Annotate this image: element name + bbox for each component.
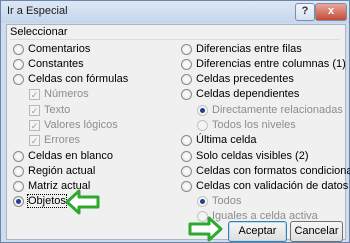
radio-icon[interactable] xyxy=(181,181,192,192)
option-label: Solo celdas visibles (2) xyxy=(196,150,309,162)
option-label: Todos los niveles xyxy=(212,119,296,131)
radio-icon[interactable] xyxy=(13,44,24,55)
radio-selected-icon[interactable] xyxy=(13,196,24,207)
option-label: Celdas con validación de datos xyxy=(196,180,349,192)
radio-icon[interactable] xyxy=(181,44,192,55)
radio-selected-icon[interactable] xyxy=(197,196,208,207)
option-label: Valores lógicos xyxy=(44,119,118,131)
close-button[interactable]: x xyxy=(315,3,347,21)
checkbox-icon[interactable]: ✓ xyxy=(29,89,40,100)
group-label: Seleccionar xyxy=(10,26,68,38)
radio-icon[interactable] xyxy=(181,166,192,177)
radio-icon[interactable] xyxy=(13,74,24,85)
option-label: Celdas con formatos condicionales xyxy=(196,165,350,177)
option-label: Diferencias entre columnas (1) xyxy=(196,58,346,70)
option-label: Celdas precedentes xyxy=(196,73,294,85)
radio-icon[interactable] xyxy=(13,59,24,70)
checkbox-icon[interactable]: ✓ xyxy=(29,120,40,131)
radio-icon[interactable] xyxy=(197,120,208,131)
option-label: Directamente relacionadas xyxy=(212,104,343,116)
checkbox-icon[interactable]: ✓ xyxy=(29,105,40,116)
option-label: Todos xyxy=(212,195,242,207)
option-label: Comentarios xyxy=(28,43,91,55)
group-divider xyxy=(10,39,340,40)
option-label: Celdas con fórmulas xyxy=(28,73,129,85)
radio-icon[interactable] xyxy=(13,151,24,162)
checkbox-icon[interactable]: ✓ xyxy=(29,135,40,146)
title-bar[interactable]: Ir a Especial ? x xyxy=(1,1,349,23)
cancel-button[interactable]: Cancelar xyxy=(290,221,343,242)
radio-icon[interactable] xyxy=(181,59,192,70)
option-label: Errores xyxy=(44,134,81,146)
option-label: Diferencias entre filas xyxy=(196,43,302,55)
dialog-body: Seleccionar Comentarios Constantes Celda… xyxy=(6,24,350,242)
radio-icon[interactable] xyxy=(181,135,192,146)
dialog-window: Ir a Especial ? x Seleccionar Comentario… xyxy=(0,0,350,243)
option-label: Región actual xyxy=(28,165,96,177)
radio-icon[interactable] xyxy=(181,74,192,85)
option-label: Celdas dependientes xyxy=(196,88,300,100)
help-button[interactable]: ? xyxy=(295,3,315,21)
option-label: Última celda xyxy=(196,134,257,146)
radio-icon[interactable] xyxy=(13,181,24,192)
radio-icon[interactable] xyxy=(181,151,192,162)
right-arrow-icon xyxy=(188,216,223,242)
option-label: Números xyxy=(44,88,89,100)
radio-selected-icon[interactable] xyxy=(197,105,208,116)
dialog-title: Ir a Especial xyxy=(7,5,68,17)
option-label: Texto xyxy=(44,104,71,116)
radio-icon[interactable] xyxy=(13,166,24,177)
option-label: Celdas en blanco xyxy=(28,150,114,162)
ok-button[interactable]: Aceptar xyxy=(228,221,287,242)
left-arrow-icon xyxy=(65,189,100,215)
option-label: Constantes xyxy=(28,58,84,70)
radio-icon[interactable] xyxy=(181,89,192,100)
option-label: Objetos xyxy=(27,194,67,208)
